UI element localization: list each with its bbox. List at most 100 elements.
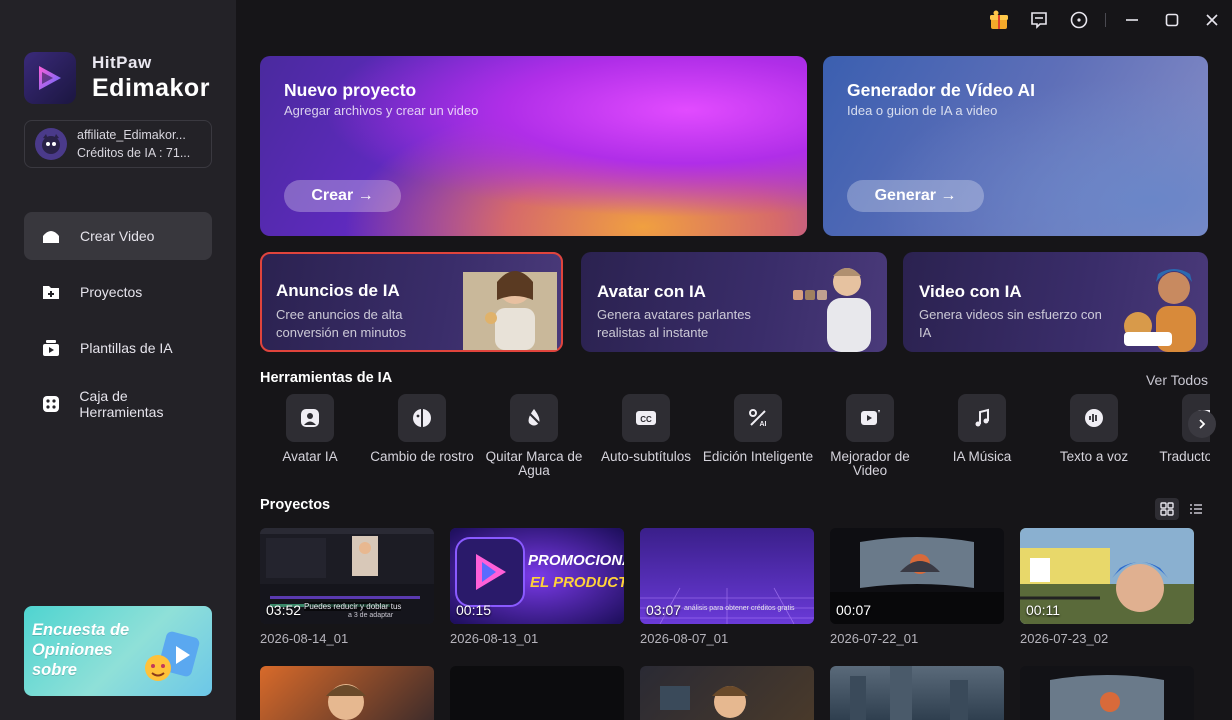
tool-cambio-rostro[interactable]: Cambio de rostro	[366, 394, 478, 464]
survey-illustration-icon	[145, 631, 200, 681]
account-card[interactable]: affiliate_Edimakor... Créditos de IA : 7…	[24, 120, 212, 168]
face-swap-icon	[398, 394, 446, 442]
project-name: 2026-08-13_01	[450, 631, 539, 646]
close-icon[interactable]	[1192, 0, 1232, 40]
app-logo: HitPaw Edimakor	[24, 52, 210, 104]
ai-video-card[interactable]: Video con IA Genera videos sin esfuerzo …	[903, 252, 1208, 352]
create-button[interactable]: Crear →	[284, 180, 401, 212]
tool-auto-subtitulos[interactable]: CC Auto-subtítulos	[590, 394, 702, 464]
project-duration: 03:52	[266, 602, 302, 618]
tool-quitar-marca[interactable]: Quitar Marca de Agua	[478, 394, 590, 478]
tools-next-button[interactable]	[1188, 410, 1216, 438]
maximize-icon[interactable]	[1152, 0, 1192, 40]
project-name: 2026-07-22_01	[830, 631, 919, 646]
tool-ia-musica[interactable]: IA Música	[926, 394, 1038, 464]
sidebar-item-label: Plantillas de IA	[80, 340, 173, 356]
projects-title: Proyectos	[260, 497, 331, 513]
project-caption: Puedes reducir y doblar tus	[304, 602, 402, 611]
new-project-card[interactable]: Nuevo proyecto Agregar archivos y crear …	[260, 56, 807, 236]
sidebar-item-proyectos[interactable]: Proyectos	[24, 268, 212, 316]
tool-mejorador-video[interactable]: Mejorador de Video	[814, 394, 926, 478]
music-icon	[958, 394, 1006, 442]
project-duration: 03:07	[646, 602, 682, 618]
ai-avatar-thumbnail	[793, 268, 871, 352]
sidebar-nav: Crear Video Proyectos Plantillas de IA C…	[24, 212, 212, 436]
project-name: 2026-08-14_01	[260, 631, 349, 646]
project-duration: 00:07	[836, 602, 872, 618]
project-card[interactable]	[830, 666, 1004, 720]
ai-tools-title: Herramientas de IA	[260, 370, 393, 386]
grid-view-icon[interactable]	[1155, 498, 1179, 520]
smart-edit-icon: AI	[734, 394, 782, 442]
minimize-icon[interactable]	[1112, 0, 1152, 40]
svg-text:AI: AI	[760, 421, 767, 428]
avatar-icon	[286, 394, 334, 442]
project-caption: análisis para obtener créditos gratis	[684, 605, 795, 612]
project-card[interactable]: 00:07	[830, 528, 1004, 624]
ai-avatar-card[interactable]: Avatar con IA Genera avatares parlantes …	[581, 252, 887, 352]
ai-ads-card[interactable]: Anuncios de IA Cree anuncios de alta con…	[260, 252, 563, 352]
survey-banner[interactable]: Encuesta de Opiniones sobre	[24, 606, 212, 696]
sidebar-item-label: Caja de Herramientas	[79, 388, 164, 420]
project-card[interactable]: 00:11	[1020, 528, 1194, 624]
list-view-icon[interactable]	[1184, 498, 1208, 520]
edimakor-logo-icon	[24, 52, 76, 104]
sidebar-item-plantillas[interactable]: Plantillas de IA	[24, 324, 212, 372]
tool-label: Quitar Marca de Agua	[485, 449, 583, 478]
tool-label: Mejorador de Video	[830, 449, 910, 478]
tool-label: Edición Inteligente	[702, 449, 814, 464]
cc-icon: CC	[622, 394, 670, 442]
sidebar-item-label: Crear Video	[80, 228, 155, 244]
ai-video-thumbnail	[1124, 269, 1196, 352]
tool-texto-voz[interactable]: Texto a voz	[1038, 394, 1150, 464]
gift-icon[interactable]	[979, 0, 1019, 40]
tool-label: Cambio de rostro	[370, 449, 474, 464]
avatar	[35, 128, 67, 160]
project-caption: a 3 de adaptar	[348, 612, 394, 619]
see-all-link[interactable]: Ver Todos	[1146, 372, 1208, 388]
tool-avatar-ia[interactable]: Avatar IA	[260, 394, 366, 464]
project-name: 2026-08-07_01	[640, 631, 729, 646]
feature-title: Anuncios de IA	[276, 281, 400, 300]
project-duration: 00:11	[1026, 602, 1060, 618]
account-credits: Créditos de IA : 71...	[77, 146, 191, 160]
project-card[interactable]	[260, 666, 434, 720]
project-card[interactable]	[640, 666, 814, 720]
hero-subtitle: Idea o guion de IA a video	[847, 103, 998, 118]
feature-title: Video con IA	[919, 282, 1022, 301]
tts-icon	[1070, 394, 1118, 442]
feature-subtitle: Cree anuncios de alta conversión en minu…	[276, 307, 407, 340]
project-card[interactable]: Puedes reducir y doblar tus a 3 de adapt…	[260, 528, 434, 624]
hero-title: Generador de Vídeo AI	[847, 80, 1036, 100]
sidebar: HitPaw Edimakor affiliate_Edimakor... Cr…	[0, 0, 236, 720]
template-icon	[40, 337, 62, 359]
ai-video-generator-card[interactable]: Generador de Vídeo AI Idea o guion de IA…	[823, 56, 1208, 236]
project-card[interactable]: análisis para obtener créditos gratis 03…	[640, 528, 814, 624]
project-name: 2026-07-23_02	[1020, 631, 1109, 646]
more-options-icon[interactable]	[1059, 0, 1099, 40]
account-name: affiliate_Edimakor...	[77, 128, 186, 142]
feedback-icon[interactable]	[1019, 0, 1059, 40]
tool-label: Texto a voz	[1059, 449, 1129, 464]
titlebar-divider	[1105, 13, 1106, 27]
home-icon	[40, 225, 62, 247]
tool-edicion-inteligente[interactable]: AI Edición Inteligente	[702, 394, 814, 464]
tool-label: Avatar IA	[282, 449, 338, 464]
hero-subtitle: Agregar archivos y crear un video	[284, 103, 479, 118]
feature-subtitle: Genera videos sin esfuerzo con IA	[919, 307, 1102, 340]
tool-label: Traductor video	[1159, 449, 1210, 464]
toolbox-icon	[40, 393, 61, 415]
hero-title: Nuevo proyecto	[284, 80, 417, 100]
chevron-right-icon	[1199, 419, 1206, 429]
sidebar-item-crear-video[interactable]: Crear Video	[24, 212, 212, 260]
project-duration: 00:15	[456, 602, 492, 618]
generate-button[interactable]: Generar →	[847, 180, 984, 212]
window-titlebar	[979, 0, 1232, 40]
sidebar-item-caja-herramientas[interactable]: Caja de Herramientas	[24, 380, 212, 428]
brand-line2: Edimakor	[92, 73, 210, 102]
project-card[interactable]: PROMOCIONAR EL PRODUCTO 00:15	[450, 528, 624, 624]
sidebar-item-label: Proyectos	[80, 284, 143, 300]
folder-plus-icon	[40, 281, 62, 303]
project-card[interactable]	[450, 666, 624, 720]
project-card[interactable]	[1020, 666, 1194, 720]
